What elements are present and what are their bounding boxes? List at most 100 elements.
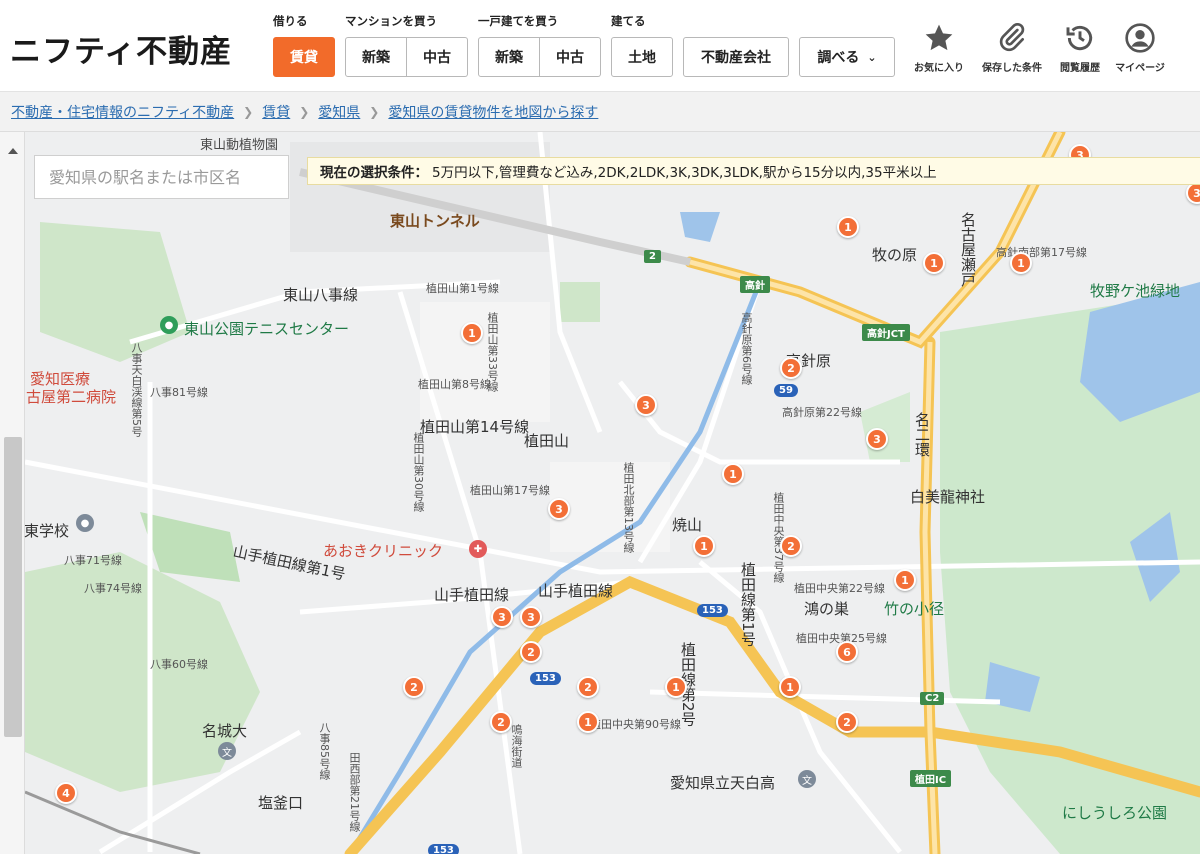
saved-conditions-link[interactable]: 保存した条件 bbox=[977, 22, 1047, 74]
history-clock-icon bbox=[1066, 25, 1093, 51]
breadcrumb-separator-icon: ❯ bbox=[369, 104, 380, 119]
map-label: 東山トンネル bbox=[390, 212, 480, 230]
mypage-label: マイページ bbox=[1115, 63, 1165, 74]
map-label: 八事85号線 bbox=[318, 722, 331, 780]
map-label: 鴻の巣 bbox=[804, 600, 850, 618]
map-label: 焼山 bbox=[672, 516, 703, 534]
map-label: 牧野ケ池緑地 bbox=[1090, 282, 1181, 300]
property-count-pin[interactable]: 1 bbox=[837, 216, 859, 238]
map-side-scrollbar[interactable] bbox=[0, 132, 25, 854]
property-count-pin[interactable]: 1 bbox=[779, 676, 801, 698]
property-count-pin[interactable]: 2 bbox=[520, 641, 542, 663]
house-group-label: 一戸建てを買う bbox=[478, 14, 559, 28]
property-count-pin[interactable]: 3 bbox=[866, 428, 888, 450]
selected-conditions-bar: 現在の選択条件： 5万円以下,管理費など込み,2DK,2LDK,3K,3DK,3… bbox=[307, 157, 1200, 185]
station-search-input[interactable] bbox=[34, 155, 289, 199]
map-label: 東山八事線 bbox=[283, 286, 359, 304]
property-count-pin[interactable]: 1 bbox=[577, 711, 599, 733]
favorites-label: お気に入り bbox=[914, 63, 964, 74]
breadcrumb-rent[interactable]: 賃貸 bbox=[262, 102, 290, 122]
breadcrumb-current[interactable]: 愛知県の賃貸物件を地図から探す bbox=[388, 102, 598, 122]
highway-shield: C2 bbox=[920, 692, 945, 705]
map-label: 八事81号線 bbox=[150, 386, 208, 399]
property-count-pin[interactable]: 3 bbox=[635, 394, 657, 416]
map-label: 鳴海街道 bbox=[510, 724, 523, 768]
property-count-pin[interactable]: 1 bbox=[894, 569, 916, 591]
house-used-button[interactable]: 中古 bbox=[540, 37, 601, 77]
breadcrumb: 不動産・住宅情報のニフティ不動産 ❯ 賃貸 ❯ 愛知県 ❯ 愛知県の賃貸物件を地… bbox=[0, 92, 1200, 132]
agency-button[interactable]: 不動産会社 bbox=[683, 37, 789, 77]
school-icon: 文 bbox=[798, 770, 816, 788]
property-count-pin[interactable]: 1 bbox=[1010, 252, 1032, 274]
map-label: 東山公園テニスセンター bbox=[184, 320, 350, 338]
map-pin-icon: ● bbox=[76, 514, 94, 532]
mansion-new-button[interactable]: 新築 bbox=[345, 37, 407, 77]
map-label: 名城大 bbox=[202, 722, 248, 740]
breadcrumb-home[interactable]: 不動産・住宅情報のニフティ不動産 bbox=[11, 102, 234, 122]
mansion-used-button[interactable]: 中古 bbox=[407, 37, 468, 77]
property-count-pin[interactable]: 6 bbox=[836, 641, 858, 663]
house-new-button[interactable]: 新築 bbox=[478, 37, 540, 77]
star-icon bbox=[925, 24, 953, 51]
map-label: 高針南部第17号線 bbox=[996, 246, 1087, 259]
property-count-pin[interactable]: 3 bbox=[520, 606, 542, 628]
map-pin-icon: ● bbox=[160, 316, 178, 334]
clinic-icon: ✚ bbox=[469, 540, 487, 558]
scroll-thumb[interactable] bbox=[4, 437, 22, 737]
conditions-value: 5万円以下,管理費など込み,2DK,2LDK,3K,3DK,3LDK,駅から15… bbox=[432, 165, 937, 181]
route-shield: 153 bbox=[428, 844, 459, 854]
map-label: 植田山第8号線 bbox=[418, 378, 491, 391]
property-count-pin[interactable]: 2 bbox=[780, 535, 802, 557]
property-count-pin[interactable]: 2 bbox=[490, 711, 512, 733]
property-count-pin[interactable]: 2 bbox=[780, 357, 802, 379]
property-count-pin[interactable]: 1 bbox=[461, 322, 483, 344]
map-label: 高針原第22号線 bbox=[782, 406, 862, 419]
property-count-pin[interactable]: 1 bbox=[923, 252, 945, 274]
property-map[interactable]: 東山動植物園 東山トンネル 東山八事線 ● 東山公園テニスセンター 愛知医療 古… bbox=[0, 132, 1200, 854]
map-label: 古屋第二病院 bbox=[26, 388, 117, 406]
site-logo[interactable]: ニフティ不動産 bbox=[10, 26, 232, 71]
property-count-pin[interactable]: 2 bbox=[577, 676, 599, 698]
map-label: 植田中央第90号線 bbox=[590, 718, 681, 731]
map-label: 竹の小径 bbox=[884, 600, 945, 618]
map-label: 田西部第21号線 bbox=[348, 752, 361, 832]
scroll-up-arrow-icon[interactable] bbox=[8, 148, 18, 154]
map-label: 東学校 bbox=[24, 522, 70, 540]
map-label: 山手植田線 bbox=[434, 586, 510, 604]
property-count-pin[interactable]: 2 bbox=[836, 711, 858, 733]
paperclip-icon bbox=[999, 22, 1025, 52]
breadcrumb-aichi[interactable]: 愛知県 bbox=[318, 102, 360, 122]
map-label: 八事74号線 bbox=[84, 582, 142, 595]
map-base-layer bbox=[24, 132, 1200, 854]
map-label: 名二環 bbox=[913, 412, 931, 457]
map-label: 植田山第1号線 bbox=[426, 282, 499, 295]
map-label: 東山動植物園 bbox=[200, 138, 279, 153]
research-button[interactable]: 調べる ⌄ bbox=[799, 37, 895, 77]
rent-group-label: 借りる bbox=[273, 14, 308, 28]
property-count-pin[interactable]: 3 bbox=[491, 606, 513, 628]
map-label: 八事天白渓線第5号 bbox=[130, 342, 143, 437]
rent-button[interactable]: 賃貸 bbox=[273, 37, 335, 77]
mansion-group-label: マンションを買う bbox=[345, 14, 437, 28]
property-count-pin[interactable]: 4 bbox=[55, 782, 77, 804]
highway-shield: 高針 bbox=[740, 276, 770, 293]
land-button[interactable]: 土地 bbox=[611, 37, 673, 77]
site-header: ニフティ不動産 借りる マンションを買う 一戸建てを買う 建てる 賃貸 新築 中… bbox=[0, 0, 1200, 92]
favorites-link[interactable]: お気に入り bbox=[904, 22, 974, 74]
highway-shield: 植田IC bbox=[910, 770, 952, 787]
mypage-link[interactable]: マイページ bbox=[1105, 22, 1175, 74]
map-label: 塩釜口 bbox=[258, 794, 304, 812]
map-label: 植田中央第22号線 bbox=[794, 582, 885, 595]
property-count-pin[interactable]: 1 bbox=[665, 676, 687, 698]
chevron-down-icon: ⌄ bbox=[867, 50, 877, 64]
property-count-pin[interactable]: 1 bbox=[693, 535, 715, 557]
highway-shield: 高針JCT bbox=[862, 324, 910, 341]
property-count-pin[interactable]: 2 bbox=[403, 676, 425, 698]
property-count-pin[interactable]: 3 bbox=[548, 498, 570, 520]
map-label: 名古屋瀬戸 bbox=[959, 212, 977, 287]
map-label: 植田北部第13号線 bbox=[622, 462, 635, 553]
property-count-pin[interactable]: 1 bbox=[722, 463, 744, 485]
map-label: 植田山第14号線 bbox=[420, 418, 530, 436]
school-icon: 文 bbox=[218, 742, 236, 760]
breadcrumb-separator-icon: ❯ bbox=[243, 104, 254, 119]
